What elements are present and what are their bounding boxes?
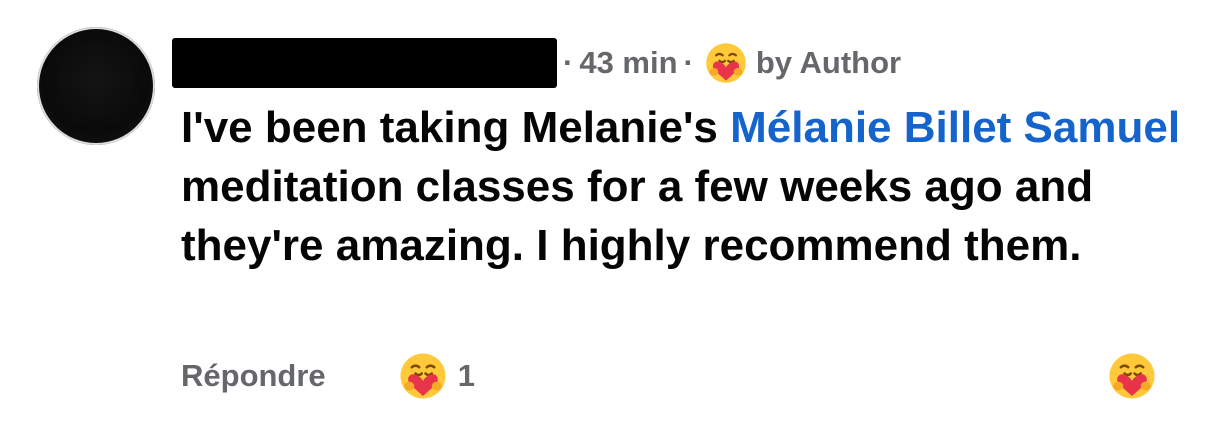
care-emoji-icon <box>704 41 748 85</box>
comment-text-start: I've been taking Melanie's <box>181 103 731 152</box>
care-emoji-icon <box>398 351 448 401</box>
separator-dot: · <box>563 45 574 80</box>
comment-actions: Répondre 1 <box>181 351 475 401</box>
react-button[interactable] <box>1107 351 1157 401</box>
reply-button[interactable]: Répondre <box>181 358 326 394</box>
author-badge: by Author <box>755 45 902 80</box>
mention-link[interactable]: Mélanie Billet Samuel <box>730 103 1180 152</box>
reaction-count: 1 <box>457 358 475 393</box>
comment-text: I've been taking Melanie's Mélanie Bille… <box>181 98 1181 275</box>
comment-time[interactable]: 43 min <box>579 45 677 81</box>
comment-text-end: meditation classes for a few weeks ago a… <box>181 162 1094 270</box>
care-emoji-icon <box>1107 351 1157 401</box>
separator-dot: · <box>683 45 694 80</box>
comment-meta: · 43 min · by Author <box>557 41 901 85</box>
reaction-summary[interactable]: 1 <box>398 351 475 401</box>
comment-header: · 43 min · by Author <box>172 38 901 88</box>
redacted-author-name[interactable] <box>172 38 557 88</box>
avatar[interactable] <box>37 27 155 145</box>
